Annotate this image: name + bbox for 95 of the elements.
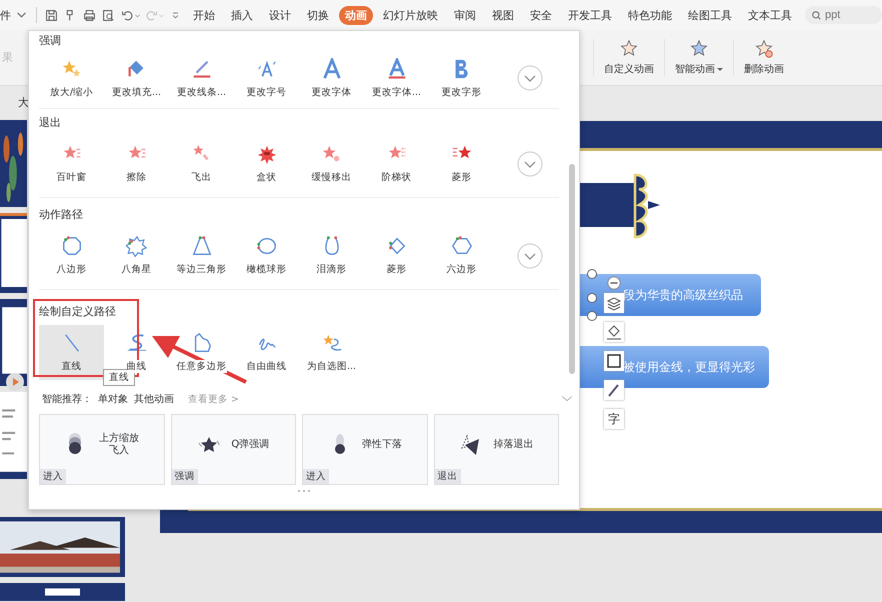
save-icon[interactable]	[45, 8, 58, 22]
animation-option[interactable]: 泪滴形	[299, 228, 364, 283]
animation-option[interactable]: 菱形	[429, 136, 494, 191]
animation-option[interactable]: 更改字体	[299, 54, 364, 102]
animation-option[interactable]: 菱形	[364, 228, 429, 283]
menu-tab[interactable]: 视图	[486, 6, 520, 24]
eight-point-star-icon	[126, 235, 148, 257]
undo-icon[interactable]	[121, 8, 134, 22]
animation-option[interactable]: 橄榄球形	[234, 228, 299, 283]
ribbon-button[interactable]: 删除动画	[733, 39, 794, 76]
triangle-icon	[190, 235, 212, 257]
menu-tab[interactable]: 幻灯片放映	[377, 6, 444, 24]
collapse-icon[interactable]	[607, 276, 621, 290]
menu-tab[interactable]: 切换	[301, 6, 335, 24]
category-tag: 退出	[434, 469, 460, 484]
menu-tab[interactable]: 开发工具	[562, 6, 618, 24]
animation-option[interactable]: 等边三角形	[169, 228, 234, 283]
animation-card[interactable]: 上方缩放飞入 进入	[39, 414, 164, 485]
animation-option[interactable]: 更改字形	[429, 54, 494, 102]
category-tag: 进入	[303, 469, 329, 484]
print-icon[interactable]	[83, 8, 96, 22]
animation-option[interactable]: 缓慢移出	[299, 136, 364, 191]
card-title: 上方缩放飞入	[98, 432, 140, 456]
tab-label: 大	[18, 94, 29, 110]
menu-tab[interactable]: 特色功能	[622, 6, 678, 24]
octagon-icon	[60, 235, 82, 257]
animation-option[interactable]: 直线	[39, 325, 104, 380]
expand-icon[interactable]	[517, 150, 543, 176]
animation-option[interactable]: 更改字号	[234, 54, 299, 102]
category-tag: 进入	[40, 469, 66, 484]
expand-icon[interactable]	[517, 242, 543, 268]
animation-option[interactable]: 阶梯状	[364, 136, 429, 191]
text-tool-button[interactable]: 字	[604, 409, 624, 429]
caret-icon[interactable]	[134, 12, 141, 18]
card-title: Q弹强调	[231, 438, 270, 450]
animation-option[interactable]: 自由曲线	[234, 325, 299, 380]
slide-thumbnail[interactable]	[0, 583, 125, 601]
ribbon-button[interactable]: 智能动画	[664, 39, 733, 76]
animation-option[interactable]: 更改填充...	[104, 54, 169, 102]
outline-icon[interactable]	[604, 351, 624, 371]
star-icon	[619, 39, 639, 59]
animation-option[interactable]: 八边形	[39, 228, 104, 283]
animation-option[interactable]: 更改线条...	[169, 54, 234, 102]
recommend-label: 智能推荐：	[42, 392, 92, 406]
tooltip: 直线	[103, 369, 135, 386]
animation-card[interactable]: Q弹强调 强调	[170, 414, 296, 485]
animation-option[interactable]: 更改字体...	[364, 54, 429, 102]
filter-link[interactable]: 其他动画	[134, 392, 174, 406]
star-delete-icon	[754, 39, 774, 59]
slide-thumbnail[interactable]	[0, 213, 27, 293]
search-field[interactable]: ppt	[805, 6, 882, 24]
animation-card[interactable]: 弹性下落 进入	[302, 414, 428, 485]
menu-tab[interactable]: 文本工具	[742, 6, 798, 24]
animation-option[interactable]: 盒状	[234, 136, 299, 191]
letter-a-icon	[320, 58, 342, 80]
menu-tab[interactable]: 插入	[225, 6, 259, 24]
selection-handle[interactable]	[587, 269, 597, 279]
fill-icon[interactable]	[604, 322, 624, 342]
print-preview-icon[interactable]	[102, 8, 115, 22]
hexagon-icon	[450, 235, 472, 257]
menu-tab[interactable]: 安全	[524, 6, 558, 24]
animation-option[interactable]: 百叶窗	[39, 136, 104, 191]
expand-icon[interactable]	[517, 65, 543, 91]
section-title: 退出	[39, 115, 62, 130]
star-icon	[689, 39, 709, 59]
resize-grip-icon[interactable]	[297, 489, 311, 493]
play-icon[interactable]	[5, 372, 25, 392]
animation-card[interactable]: 掉落退出 退出	[434, 414, 559, 485]
card-title: 掉落退出	[493, 438, 534, 450]
animation-option[interactable]: 六边形	[429, 228, 494, 283]
menu-tab[interactable]: 设计	[263, 6, 297, 24]
animation-option[interactable]: 为自选图...	[299, 325, 364, 380]
scrollbar-thumb[interactable]	[569, 164, 575, 374]
ellipse-icon	[256, 235, 278, 257]
slide-thumbnail[interactable]	[0, 299, 27, 386]
section-title: 强调	[39, 33, 62, 48]
menu-tab[interactable]: 件	[0, 8, 11, 22]
animation-option[interactable]: 放大/缩小	[39, 54, 104, 102]
menu-tab[interactable]: 绘图工具	[682, 6, 738, 24]
animation-option[interactable]: 飞出	[169, 136, 234, 191]
section-title: 绘制自定义路径	[39, 304, 117, 319]
ribbon-button[interactable]: 自定义动画	[593, 39, 664, 76]
category-tag: 强调	[172, 469, 198, 484]
slide-thumbnail[interactable]	[0, 392, 27, 479]
card-title: 弹性下落	[362, 438, 402, 450]
curve-icon	[126, 332, 148, 354]
ribbon-label: 果	[2, 50, 13, 65]
animation-option[interactable]: 八角星	[104, 228, 169, 283]
animation-option[interactable]: 擦除	[104, 136, 169, 191]
filter-link[interactable]: 单对象	[98, 392, 128, 406]
menu-tab[interactable]: 审阅	[448, 6, 482, 24]
section-title: 动作路径	[39, 207, 84, 222]
menu-tab[interactable]: 开始	[187, 6, 221, 24]
brush-icon[interactable]	[604, 380, 624, 400]
layers-icon[interactable]	[604, 293, 624, 313]
